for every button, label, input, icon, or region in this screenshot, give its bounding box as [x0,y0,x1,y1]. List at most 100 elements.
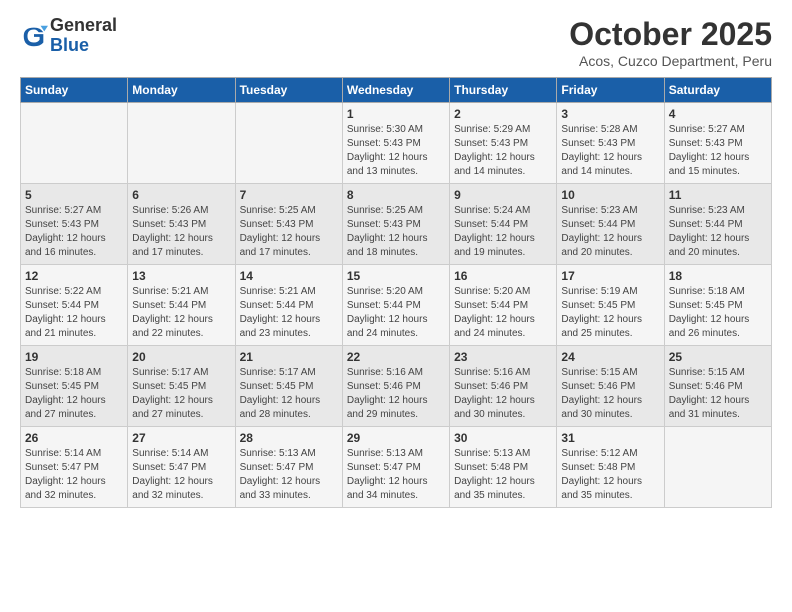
day-number: 9 [454,188,552,202]
calendar-table: SundayMondayTuesdayWednesdayThursdayFrid… [20,77,772,508]
day-info: Sunrise: 5:25 AMSunset: 5:43 PMDaylight:… [347,204,445,260]
day-info: Sunrise: 5:13 AMSunset: 5:47 PMDaylight:… [347,447,445,503]
week-row-1: 1Sunrise: 5:30 AMSunset: 5:43 PMDaylight… [21,103,772,184]
day-cell: 16 Sunrise: 5:20 AMSunset: 5:44 PMDayligh… [450,265,557,346]
day-cell: 12Sunrise: 5:22 AMSunset: 5:44 PMDayligh… [21,265,128,346]
day-cell: 6 Sunrise: 5:26 AMSunset: 5:43 PMDaylight… [128,184,235,265]
day-number: 26 [25,431,123,445]
day-cell: 21 Sunrise: 5:17 AMSunset: 5:45 PMDayligh… [235,346,342,427]
day-info: Sunrise: 5:30 AMSunset: 5:43 PMDaylight:… [347,123,445,179]
day-info: Sunrise: 5:17 AMSunset: 5:45 PMDaylight:… [132,366,230,422]
day-info: Sunrise: 5:18 AMSunset: 5:45 PMDaylight:… [669,285,767,341]
day-number: 13 [132,269,230,283]
day-cell: 26Sunrise: 5:14 AMSunset: 5:47 PMDayligh… [21,427,128,508]
day-info: Sunrise: 5:16 AMSunset: 5:46 PMDaylight:… [454,366,552,422]
day-number: 18 [669,269,767,283]
day-cell [128,103,235,184]
day-cell: 25Sunrise: 5:15 AMSunset: 5:46 PMDayligh… [664,346,771,427]
day-header-tuesday: Tuesday [235,78,342,103]
logo-general: General [50,16,117,36]
day-info: Sunrise: 5:21 AMSunset: 5:44 PMDaylight:… [240,285,338,341]
day-cell: 19Sunrise: 5:18 AMSunset: 5:45 PMDayligh… [21,346,128,427]
day-cell: 28 Sunrise: 5:13 AMSunset: 5:47 PMDayligh… [235,427,342,508]
day-cell: 5Sunrise: 5:27 AMSunset: 5:43 PMDaylight… [21,184,128,265]
day-info: Sunrise: 5:26 AMSunset: 5:43 PMDaylight:… [132,204,230,260]
day-number: 16 [454,269,552,283]
day-cell: 2Sunrise: 5:29 AMSunset: 5:43 PMDaylight… [450,103,557,184]
day-cell: 9 Sunrise: 5:24 AMSunset: 5:44 PMDaylight… [450,184,557,265]
day-number: 29 [347,431,445,445]
day-number: 19 [25,350,123,364]
day-header-row: SundayMondayTuesdayWednesdayThursdayFrid… [21,78,772,103]
day-cell [235,103,342,184]
day-number: 22 [347,350,445,364]
day-number: 21 [240,350,338,364]
day-cell: 20Sunrise: 5:17 AMSunset: 5:45 PMDayligh… [128,346,235,427]
week-row-5: 26 Sunrise: 5:14 AMSunset: 5:47 PMDayligh… [21,427,772,508]
day-number: 11 [669,188,767,202]
logo-icon [20,22,48,50]
day-number: 28 [240,431,338,445]
day-info: Sunrise: 5:21 AMSunset: 5:44 PMDaylight:… [132,285,230,341]
day-number: 17 [561,269,659,283]
day-info: Sunrise: 5:23 AMSunset: 5:44 PMDaylight:… [561,204,659,260]
day-header-thursday: Thursday [450,78,557,103]
day-info: Sunrise: 5:27 AMSunset: 5:43 PMDaylight:… [669,123,767,179]
day-cell: 14Sunrise: 5:21 AMSunset: 5:44 PMDayligh… [235,265,342,346]
day-number: 10 [561,188,659,202]
day-number: 6 [132,188,230,202]
day-number: 4 [669,107,767,121]
day-number: 12 [25,269,123,283]
day-info: Sunrise: 5:16 AMSunset: 5:46 PMDaylight:… [347,366,445,422]
logo-text: General Blue [50,16,117,56]
week-row-3: 12Sunrise: 5:22 AMSunset: 5:44 PMDayligh… [21,265,772,346]
day-cell: 11Sunrise: 5:23 AMSunset: 5:44 PMDayligh… [664,184,771,265]
day-cell: 1Sunrise: 5:30 AMSunset: 5:43 PMDaylight… [342,103,449,184]
day-number: 30 [454,431,552,445]
day-number: 7 [240,188,338,202]
day-cell: 29 Sunrise: 5:13 AMSunset: 5:47 PMDayligh… [342,427,449,508]
day-cell: 22 Sunrise: 5:16 AMSunset: 5:46 PMDayligh… [342,346,449,427]
day-number: 23 [454,350,552,364]
title-block: October 2025 Acos, Cuzco Department, Per… [569,16,772,69]
day-number: 8 [347,188,445,202]
day-info: Sunrise: 5:20 AMSunset: 5:44 PMDaylight:… [454,285,552,341]
day-number: 27 [132,431,230,445]
day-cell: 24Sunrise: 5:15 AMSunset: 5:46 PMDayligh… [557,346,664,427]
week-row-2: 5Sunrise: 5:27 AMSunset: 5:43 PMDaylight… [21,184,772,265]
day-cell: 31 Sunrise: 5:12 AMSunset: 5:48 PMDayligh… [557,427,664,508]
day-cell: 8 Sunrise: 5:25 AMSunset: 5:43 PMDaylight… [342,184,449,265]
day-header-monday: Monday [128,78,235,103]
day-info: Sunrise: 5:24 AMSunset: 5:44 PMDaylight:… [454,204,552,260]
day-header-wednesday: Wednesday [342,78,449,103]
day-cell: 30 Sunrise: 5:13 AMSunset: 5:48 PMDayligh… [450,427,557,508]
day-number: 31 [561,431,659,445]
day-info: Sunrise: 5:13 AMSunset: 5:47 PMDaylight:… [240,447,338,503]
day-header-sunday: Sunday [21,78,128,103]
day-number: 3 [561,107,659,121]
day-info: Sunrise: 5:28 AMSunset: 5:43 PMDaylight:… [561,123,659,179]
day-cell: 7Sunrise: 5:25 AMSunset: 5:43 PMDaylight… [235,184,342,265]
day-cell: 3 Sunrise: 5:28 AMSunset: 5:43 PMDaylight… [557,103,664,184]
day-info: Sunrise: 5:15 AMSunset: 5:46 PMDaylight:… [669,366,767,422]
day-info: Sunrise: 5:17 AMSunset: 5:45 PMDaylight:… [240,366,338,422]
day-number: 15 [347,269,445,283]
week-row-4: 19Sunrise: 5:18 AMSunset: 5:45 PMDayligh… [21,346,772,427]
day-info: Sunrise: 5:27 AMSunset: 5:43 PMDaylight:… [25,204,123,260]
day-cell: 17 Sunrise: 5:19 AMSunset: 5:45 PMDayligh… [557,265,664,346]
day-cell: 4 Sunrise: 5:27 AMSunset: 5:43 PMDaylight… [664,103,771,184]
day-header-friday: Friday [557,78,664,103]
day-info: Sunrise: 5:14 AMSunset: 5:47 PMDaylight:… [132,447,230,503]
day-cell: 13 Sunrise: 5:21 AMSunset: 5:44 PMDayligh… [128,265,235,346]
day-number: 24 [561,350,659,364]
subtitle: Acos, Cuzco Department, Peru [569,53,772,69]
day-info: Sunrise: 5:12 AMSunset: 5:48 PMDaylight:… [561,447,659,503]
day-info: Sunrise: 5:20 AMSunset: 5:44 PMDaylight:… [347,285,445,341]
calendar-container: General Blue October 2025 Acos, Cuzco De… [0,0,792,518]
day-cell: 10 Sunrise: 5:23 AMSunset: 5:44 PMDayligh… [557,184,664,265]
header: General Blue October 2025 Acos, Cuzco De… [20,16,772,69]
day-header-saturday: Saturday [664,78,771,103]
day-info: Sunrise: 5:13 AMSunset: 5:48 PMDaylight:… [454,447,552,503]
day-info: Sunrise: 5:19 AMSunset: 5:45 PMDaylight:… [561,285,659,341]
logo: General Blue [20,16,117,56]
